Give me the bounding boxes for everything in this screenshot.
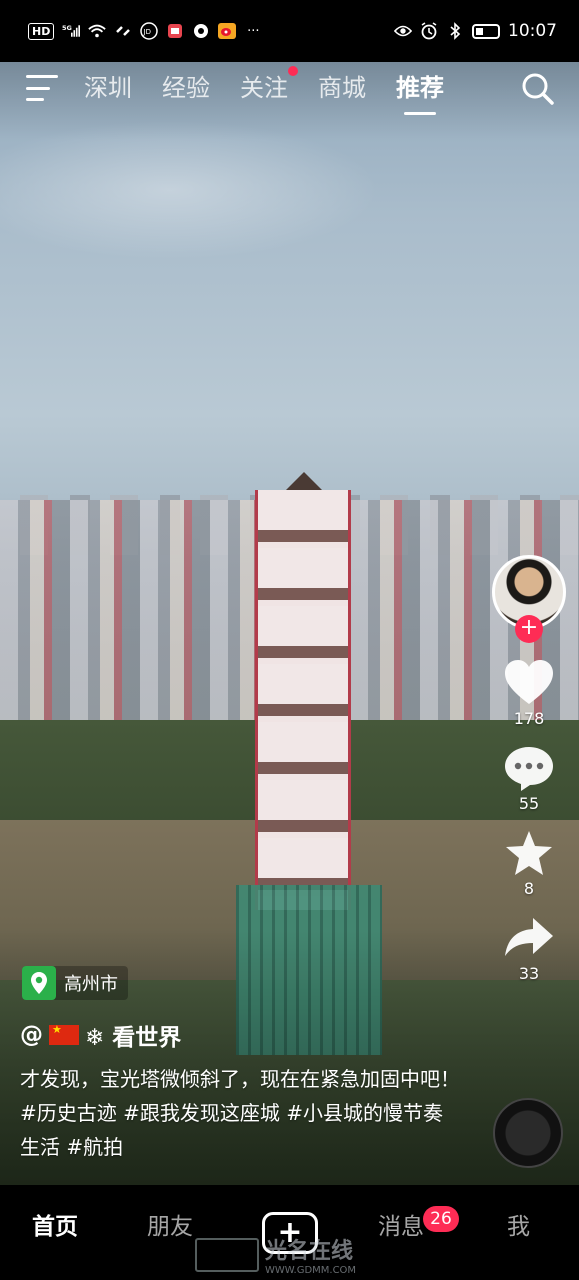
status-bar: HD 5G JD ··· 10:07 [0,0,579,62]
tab-label: 关注 [240,73,288,102]
svg-text:5G: 5G [62,24,72,32]
favorite-button[interactable]: 8 [503,829,555,898]
watermark-logo [195,1237,259,1272]
tab-label: 商城 [318,73,366,102]
link-icon [114,23,132,39]
music-disc-icon[interactable] [493,1098,563,1168]
like-count: 178 [513,709,545,728]
tab-label: 推荐 [396,73,444,102]
wifi-icon [88,23,107,39]
clouds [0,120,380,260]
location-pin-icon [22,966,56,1000]
china-flag-icon [49,1023,79,1045]
post-caption[interactable]: 才发现，宝光塔微倾斜了，现在在紧急加固中吧！#历史古迹 #跟我发现这座城 #小县… [20,1062,460,1164]
share-count: 33 [518,964,540,983]
jd-icon: JD [140,22,159,40]
pagoda [255,490,351,910]
tab-mall[interactable]: 商城 [318,68,366,109]
location-tag[interactable]: 高州市 [22,966,128,1000]
watermark-url: WWW.GDMM.COM [265,1265,357,1276]
search-icon[interactable] [521,72,555,106]
eye-icon [394,23,412,39]
tab-recommended[interactable]: 推荐 [396,68,444,115]
comment-icon [505,747,553,791]
author-prefix: @ [20,1022,43,1048]
bluetooth-icon [446,22,464,40]
share-icon [505,918,553,956]
nav-me[interactable]: 我 [507,1207,530,1241]
tab-following[interactable]: 关注 [240,65,298,109]
status-left: HD 5G JD ··· [28,22,262,40]
app-icon [192,23,210,39]
nav-messages[interactable]: 消息 [378,1207,424,1241]
nav-friends[interactable]: 朋友 [147,1207,193,1241]
author-suffix: ❄ 看世界 [85,1025,182,1051]
notification-dot [288,65,298,76]
watermark: 光名在线 WWW.GDMM.COM [195,1233,356,1276]
top-nav: 深圳 经验 关注 商城 推荐 [0,62,579,115]
app-icon [166,23,184,39]
tab-shenzhen[interactable]: 深圳 [84,68,132,109]
more-icon: ··· [247,23,260,39]
comment-count: 55 [518,794,540,813]
messages-badge: 26 [423,1206,459,1232]
location-name: 高州市 [64,974,118,995]
like-button[interactable]: 178 [503,659,555,728]
signal-icon: 5G [62,23,81,39]
bottom-nav: 首页 朋友 + 消息 26 我 光名在线 WWW.GDMM.COM [0,1185,579,1280]
action-rail: + 178 55 8 33 [491,555,567,983]
svg-text:JD: JD [143,28,151,36]
watermark-title: 光名在线 [265,1239,354,1264]
clock: 10:07 [508,21,557,41]
share-button[interactable]: 33 [503,914,555,983]
heart-icon [505,660,553,704]
comment-button[interactable]: 55 [503,744,555,813]
weibo-icon [218,23,237,39]
battery-icon [472,23,500,39]
hd-chip: HD [28,22,55,40]
nav-home[interactable]: 首页 [32,1207,78,1241]
favorite-count: 8 [523,879,535,898]
tab-label: 深圳 [84,73,132,102]
alarm-icon [420,22,438,40]
watermark-text: 光名在线 WWW.GDMM.COM [265,1233,356,1276]
tab-experience[interactable]: 经验 [162,68,210,109]
status-right: 10:07 [394,21,557,41]
tab-label: 经验 [162,73,210,102]
star-icon [506,831,552,875]
menu-icon[interactable] [26,75,60,101]
follow-button[interactable]: + [515,615,543,643]
author-name[interactable]: @ ❄ 看世界 [20,1018,181,1052]
